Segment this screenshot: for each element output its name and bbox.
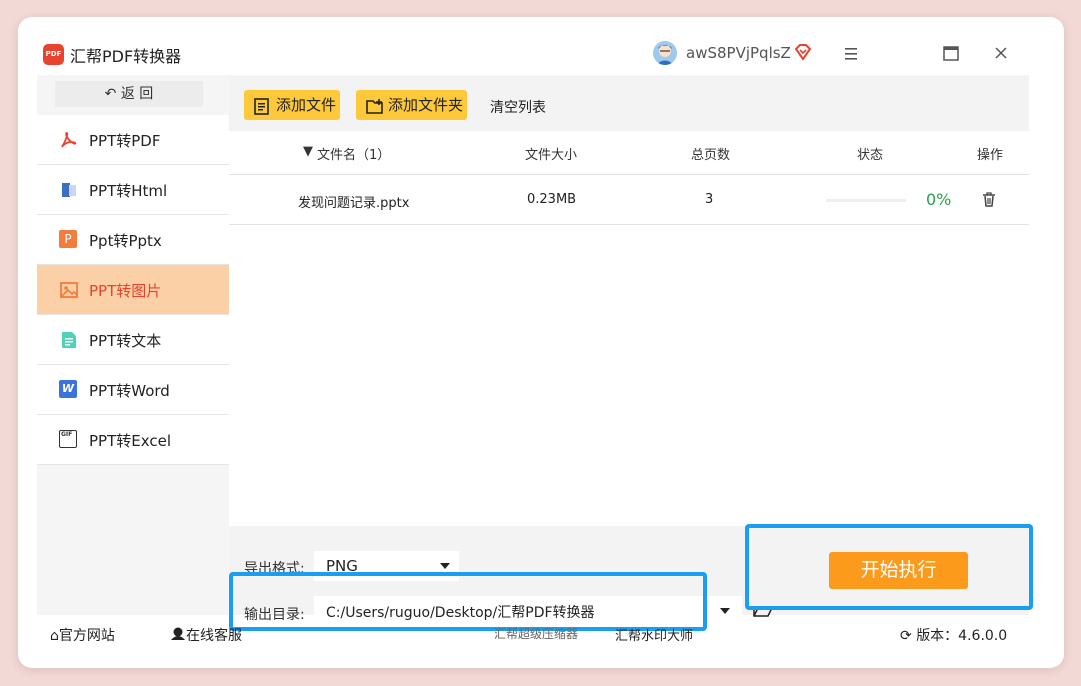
sort-desc-icon[interactable]: ▼ [303,144,313,159]
column-header-status: 状态 [857,148,884,163]
text-icon [59,330,77,348]
customer-service-link[interactable]: 在线客服 [170,625,242,645]
cell-filename: 发现问题记录.pptx [298,196,410,211]
sidebar-item-label: PPT转PDF [89,132,161,150]
sidebar-item-ppt-to-text[interactable]: PPT转文本 [37,315,229,365]
clear-list-button[interactable]: 清空列表 [490,97,546,117]
chevron-down-icon[interactable] [720,608,730,614]
service-label: 在线客服 [186,628,242,644]
headset-icon [170,627,186,644]
compressor-link[interactable]: 汇帮超级压缩器 [494,625,578,642]
sidebar: ↶ 返 回 PPT转PDF PPT转Html P Ppt转Pptx PPT转图片 [37,75,229,615]
add-file-icon [254,96,270,126]
sidebar-item-label: PPT转Excel [89,432,171,450]
start-button[interactable]: 开始执行 [829,552,968,589]
column-header-size: 文件大小 [525,148,578,163]
title-bar: PDF 汇帮PDF转换器 awS8PVjPqlsZ [18,17,1064,75]
status-bar: ⌂官方网站 在线客服 汇帮超级压缩器 汇帮水印大师 ⟳ 版本：4.6.0.0 [18,615,1064,655]
header-divider [229,174,1029,175]
row-divider [229,224,1029,225]
user-avatar[interactable] [653,41,677,65]
sidebar-item-ppt-to-html[interactable]: PPT转Html [37,165,229,215]
version-info[interactable]: ⟳ 版本：4.6.0.0 [900,625,1007,645]
sidebar-item-ppt-to-pptx[interactable]: P Ppt转Pptx [37,215,229,265]
back-button[interactable]: ↶ 返 回 [55,81,203,107]
menu-icon[interactable] [839,44,863,64]
html-icon [59,180,77,198]
sidebar-item-label: PPT转Word [89,382,170,400]
sidebar-item-label: Ppt转Pptx [89,232,162,250]
close-icon[interactable] [989,44,1013,64]
add-file-label: 添加文件 [276,96,337,114]
progress-percent: 0% [926,190,952,209]
watermark-link[interactable]: 汇帮水印大师 [615,625,693,644]
back-arrow-icon: ↶ [104,86,121,102]
cell-pages: 3 [705,192,714,207]
sidebar-item-ppt-to-excel[interactable]: GIF PPT转Excel [37,415,229,465]
chevron-down-icon [440,563,450,569]
sidebar-item-label: PPT转图片 [89,282,162,300]
word-icon: W [59,380,77,398]
app-title: 汇帮PDF转换器 [70,47,182,66]
sidebar-item-label: PPT转Html [89,182,168,200]
maximize-icon[interactable] [939,44,963,64]
refresh-icon: ⟳ [900,628,917,644]
image-icon [59,280,78,298]
pptx-icon-letter: P [64,232,72,246]
add-folder-label: 添加文件夹 [388,96,464,114]
gif-icon-text: GIF [61,431,73,438]
website-link[interactable]: ⌂官方网站 [50,625,115,645]
pptx-icon: P [59,230,77,248]
username[interactable]: awS8PVjPqlsZ [686,44,791,62]
home-icon: ⌂ [50,628,59,644]
file-table: ▼ 文件名（1） 文件大小 总页数 状态 操作 发现问题记录.pptx 0.23… [229,131,1029,526]
app-logo-icon: PDF [43,44,64,65]
add-folder-icon [366,96,384,126]
word-icon-letter: W [61,382,75,395]
sidebar-item-label: PPT转文本 [89,332,162,350]
app-window: PDF 汇帮PDF转换器 awS8PVjPqlsZ ↶ 返 回 PPT转PDF [18,17,1064,668]
sidebar-item-ppt-to-pdf[interactable]: PPT转PDF [37,115,229,165]
gif-icon: GIF [59,430,77,448]
progress-bar [826,199,906,202]
website-label: 官方网站 [58,628,115,644]
add-file-button[interactable]: 添加文件 [244,90,340,120]
sidebar-item-ppt-to-word[interactable]: W PPT转Word [37,365,229,415]
back-label: 返 回 [120,86,154,102]
version-label: 版本：4.6.0.0 [916,628,1008,644]
pdf-icon [59,130,77,148]
column-header-actions: 操作 [977,148,1004,163]
sidebar-item-ppt-to-image[interactable]: PPT转图片 [37,265,229,315]
column-header-pages: 总页数 [691,148,731,163]
delete-icon[interactable] [981,191,997,212]
vip-diamond-icon[interactable] [794,43,812,65]
add-folder-button[interactable]: 添加文件夹 [356,90,467,120]
column-header-filename[interactable]: 文件名（1） [317,144,390,163]
cell-size: 0.23MB [527,192,577,207]
